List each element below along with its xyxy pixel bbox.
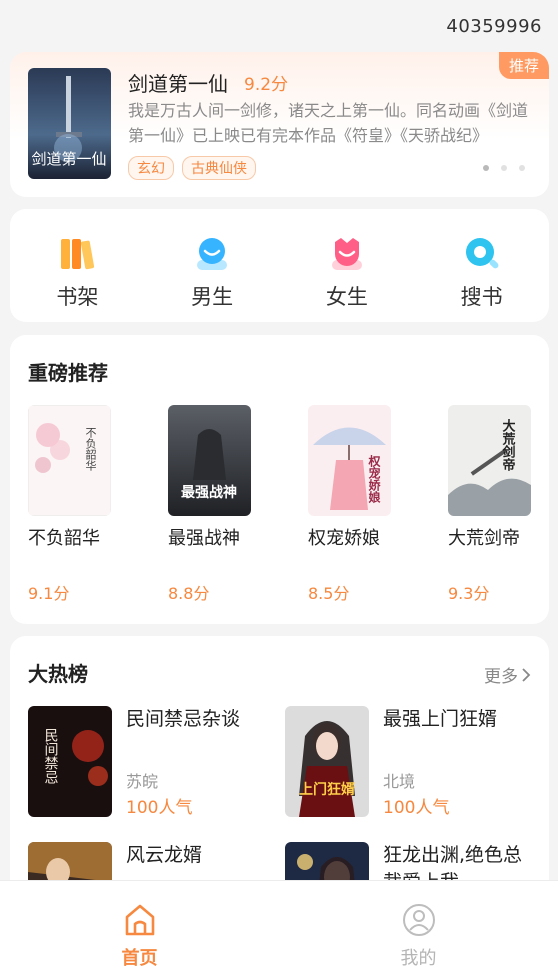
- book-cover[interactable]: 权宠娇娘: [308, 405, 391, 516]
- section-title: 重磅推荐: [28, 361, 108, 385]
- book-cover[interactable]: 民间禁忌: [28, 706, 112, 817]
- nav-bookshelf[interactable]: 书架: [10, 209, 145, 322]
- bookshelf-icon: [61, 239, 95, 270]
- book-cover[interactable]: 最强战神: [168, 405, 251, 516]
- female-icon: [331, 238, 362, 270]
- carousel-dot-active: [483, 165, 489, 171]
- tab-mine[interactable]: 我的: [279, 881, 558, 972]
- search-icon: [465, 238, 499, 269]
- more-label: 更多: [484, 667, 518, 687]
- book-title[interactable]: 最强上门狂婿: [383, 706, 538, 733]
- book-cover-text: 不负韶华: [84, 427, 97, 471]
- nav-label: 书架: [56, 285, 99, 309]
- book-cover-text: 大荒剑帝: [501, 418, 517, 472]
- book-card[interactable]: 权宠娇娘 权宠娇娘 8.5分: [308, 405, 392, 604]
- recommend-tag: 推荐: [498, 52, 549, 79]
- genre-chip: 古典仙侠: [182, 156, 256, 180]
- nav-female[interactable]: 女生: [280, 209, 415, 322]
- book-title[interactable]: 权宠娇娘: [308, 524, 392, 550]
- carousel-dot: [519, 165, 525, 171]
- book-title[interactable]: 风云龙婿: [126, 842, 281, 869]
- featured-description: 我是万古人间一剑修，诸天之上第一仙。同名动画《剑道第一仙》已上映已有完本作品《符…: [128, 101, 529, 145]
- book-cover-text: 民间禁忌: [43, 728, 59, 784]
- book-card[interactable]: 大荒剑帝 大荒剑帝 9.3分: [448, 405, 532, 604]
- book-title[interactable]: 不负韶华: [28, 524, 112, 550]
- featured-cover-text: 剑道第一仙: [31, 150, 106, 168]
- tab-home[interactable]: 首页: [0, 881, 279, 972]
- nav-search[interactable]: 搜书: [414, 209, 549, 322]
- book-score: 9.3分: [448, 584, 490, 603]
- carousel-dot: [501, 165, 507, 171]
- tab-label: 首页: [121, 948, 158, 969]
- more-button[interactable]: 更多: [484, 662, 531, 687]
- bottom-tab-bar: 首页 我的: [0, 880, 558, 972]
- book-card[interactable]: 不负韶华 不负韶华 9.1分: [28, 405, 112, 604]
- status-id-text: 40359996: [446, 16, 542, 37]
- book-author: 北境: [383, 772, 416, 791]
- book-score: 9.1分: [28, 584, 70, 603]
- nav-label: 搜书: [460, 285, 503, 309]
- book-score: 8.8分: [168, 584, 210, 603]
- nav-label: 女生: [325, 285, 368, 309]
- genre-chip: 玄幻: [128, 156, 174, 180]
- book-popularity: 100人气: [126, 798, 193, 818]
- featured-title[interactable]: 剑道第一仙: [128, 68, 228, 97]
- book-title[interactable]: 民间禁忌杂谈: [126, 706, 281, 733]
- book-popularity: 100人气: [383, 798, 450, 818]
- featured-tags: 玄幻 古典仙侠: [128, 156, 256, 180]
- hot-book-item[interactable]: 上门狂婿 最强上门狂婿 北境 100人气: [285, 706, 535, 818]
- book-cover[interactable]: 不负韶华: [28, 405, 111, 516]
- featured-score: 9.2分: [244, 75, 289, 95]
- book-score: 8.5分: [308, 584, 350, 603]
- book-title[interactable]: 最强战神: [168, 524, 252, 550]
- profile-icon: [402, 904, 435, 936]
- nav-male[interactable]: 男生: [145, 209, 280, 322]
- home-icon: [125, 904, 154, 936]
- carousel-indicator: [483, 165, 525, 171]
- book-cover[interactable]: 大荒剑帝: [448, 405, 531, 516]
- status-bar: 40359996: [0, 0, 558, 52]
- nav-label: 男生: [191, 285, 234, 309]
- recommend-section: 重磅推荐 不负韶华 不负韶华 9.1分 最强战神 最强战神 8.8分 权宠娇娘 …: [10, 335, 549, 624]
- featured-cover[interactable]: 剑道第一仙: [28, 68, 111, 179]
- section-title: 大热榜: [28, 662, 88, 686]
- book-author: 苏皖: [126, 772, 159, 791]
- chevron-right-icon: [522, 667, 531, 682]
- category-nav: 书架 男生 女生 搜书: [10, 209, 549, 322]
- book-cover[interactable]: 上门狂婿: [285, 706, 369, 817]
- featured-banner[interactable]: 推荐 剑道第一仙 剑道第一仙 9.2分 我是万古人间一剑修，诸天之上第一仙。同名…: [10, 52, 549, 197]
- book-cover-text: 权宠娇娘: [367, 454, 381, 504]
- hot-book-item[interactable]: 民间禁忌 民间禁忌杂谈 苏皖 100人气: [28, 706, 278, 818]
- book-title[interactable]: 大荒剑帝: [448, 524, 532, 550]
- tab-label: 我的: [400, 948, 437, 969]
- male-icon: [197, 238, 228, 270]
- book-cover-text: 上门狂婿: [299, 781, 356, 797]
- book-cover-text: 最强战神: [181, 484, 237, 500]
- book-card[interactable]: 最强战神 最强战神 8.8分: [168, 405, 252, 604]
